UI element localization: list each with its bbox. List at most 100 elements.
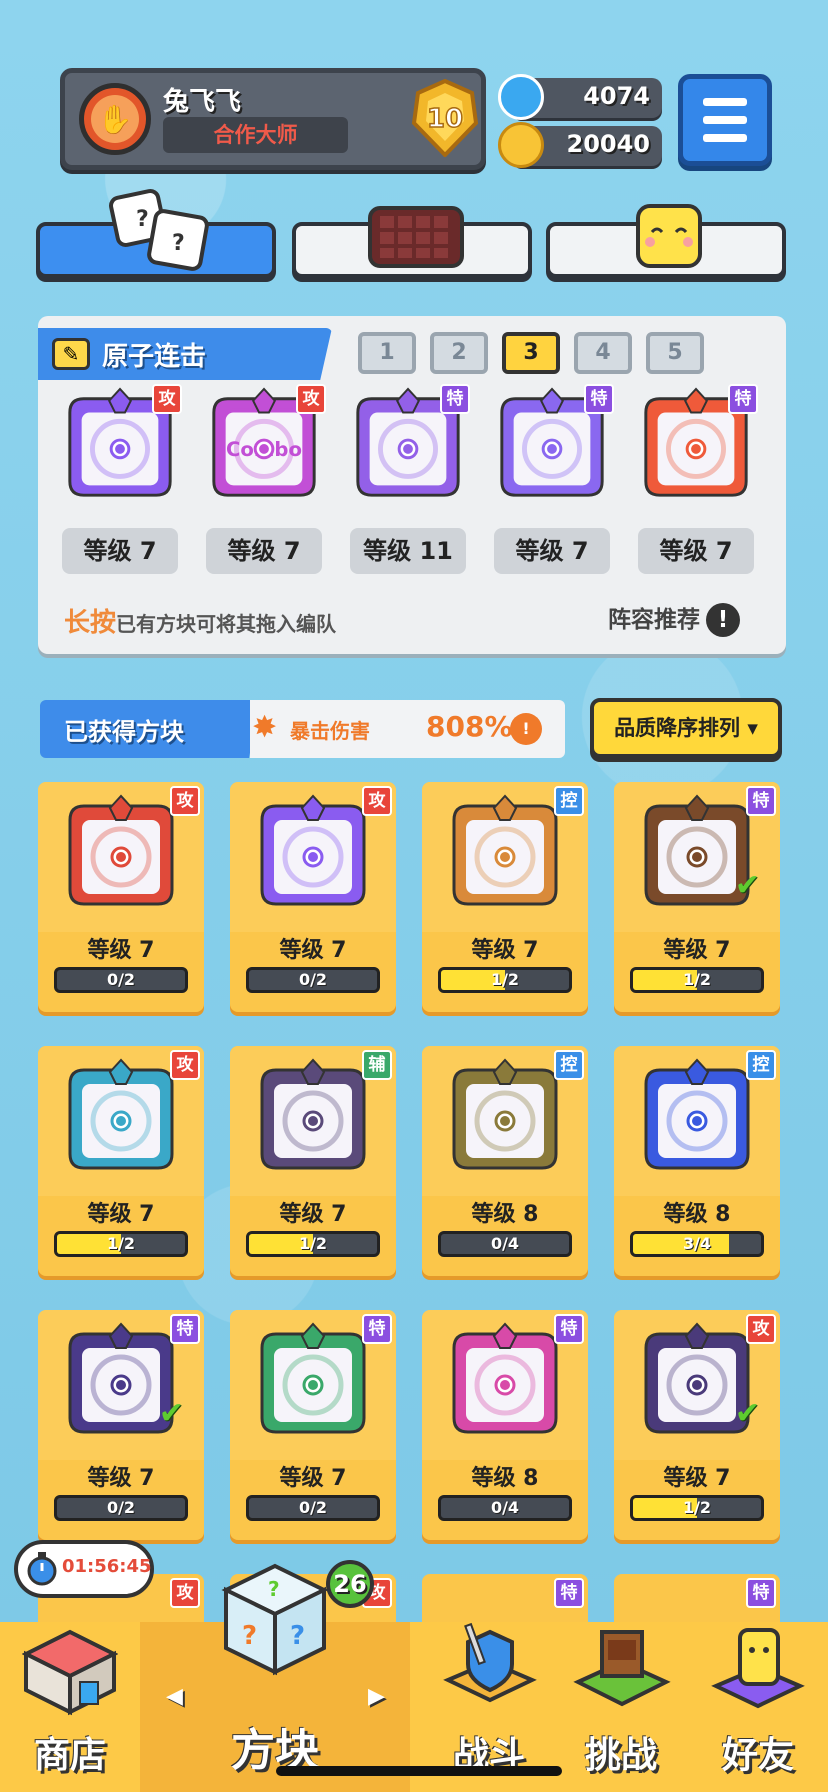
shop-icon — [22, 1629, 118, 1716]
upgrade-progress-bar: 0/4 — [438, 1495, 572, 1521]
upgrade-progress-bar: 1/2 — [54, 1231, 188, 1257]
loadout-block[interactable]: 攻 — [60, 384, 182, 504]
block-type-badge: 攻 — [170, 1578, 200, 1608]
loadout-title-bar[interactable]: ✎ 原子连击 — [38, 328, 332, 380]
block-card[interactable]: 控 等级 7 1/2 — [422, 782, 588, 1012]
crit-damage-panel[interactable]: ✸ 暴击伤害 808% ! — [250, 700, 565, 758]
upgrade-progress-bar: 3/4 — [630, 1231, 764, 1257]
svg-text:?: ? — [242, 1621, 257, 1651]
drag-hint: 长按已有方块可将其拖入编队 — [64, 602, 336, 639]
svg-text:?: ? — [268, 1577, 280, 1601]
card-level: 等级 8 — [471, 1202, 539, 1227]
block-type-badge: 特 — [440, 384, 470, 414]
crit-info-icon[interactable]: ! — [510, 713, 542, 745]
loadout-block[interactable]: 特 — [636, 384, 758, 504]
player-profile-panel[interactable]: ✋ 兔飞飞 合作大师 10 — [60, 68, 486, 170]
sort-dropdown[interactable]: 品质降序排列 ▾ — [590, 698, 782, 758]
block-type-badge: 攻 — [170, 1050, 200, 1080]
card-level: 等级 7 — [87, 1202, 155, 1227]
block-card[interactable]: 特 ✔ 等级 7 0/2 — [38, 1310, 204, 1540]
block-type-badge: 攻 — [746, 1314, 776, 1344]
rank-badge-icon: 10 — [411, 79, 479, 157]
burst-icon: ✸ — [252, 710, 278, 745]
progress-text: 0/2 — [106, 970, 136, 989]
recommend-label: 阵容推荐 — [608, 607, 700, 633]
block-card[interactable]: 攻 等级 7 0/2 — [230, 782, 396, 1012]
hint-text: 已有方块可将其拖入编队 — [116, 612, 337, 636]
coin-icon — [498, 122, 544, 168]
tab-dice[interactable]: ? ? — [36, 189, 276, 278]
block-card[interactable]: 辅 等级 7 1/2 — [230, 1046, 396, 1276]
block-card[interactable]: 特 等级 8 0/4 — [422, 1310, 588, 1540]
battle-icon — [443, 1622, 537, 1703]
obtained-title-text: 已获得方块 — [64, 718, 184, 746]
loadout-slot-5[interactable]: 5 — [646, 332, 704, 374]
upgrade-progress-bar: 1/2 — [630, 967, 764, 993]
nav-challenge[interactable]: 挑战 — [556, 1622, 686, 1792]
hint-emphasis: 长按 — [64, 608, 117, 638]
nav-friends[interactable]: 好友 — [688, 1622, 828, 1792]
handshake-icon: ✋ — [91, 95, 139, 143]
nav-shop[interactable]: 商店 — [0, 1622, 140, 1792]
block-icon — [444, 1322, 566, 1440]
block-card[interactable]: 控 等级 8 0/4 — [422, 1046, 588, 1276]
upgrade-progress-bar: 1/2 — [438, 967, 572, 993]
tab-board[interactable] — [292, 206, 532, 278]
card-level: 等级 7 — [471, 938, 539, 963]
loadout-slot-3[interactable]: 3 — [502, 332, 560, 374]
progress-text: 0/2 — [298, 1498, 328, 1517]
block-type-badge: 特 — [170, 1314, 200, 1344]
progress-text: 0/2 — [298, 970, 328, 989]
gems-counter[interactable]: 4074 — [498, 74, 662, 120]
loadout-block-level: 等级 11 — [350, 528, 466, 574]
loadout-block-level: 等级 7 — [638, 528, 754, 574]
recommend-button[interactable]: 阵容推荐! — [608, 600, 740, 637]
nav-friends-label: 好友 — [721, 1735, 794, 1776]
timer-value: 01:56:45 — [62, 1556, 152, 1577]
avatar[interactable]: ✋ — [79, 83, 151, 155]
upgrade-progress-bar: 0/2 — [54, 967, 188, 993]
nav-next-arrow[interactable]: ▶ — [368, 1684, 385, 1709]
stopwatch-icon — [27, 1552, 57, 1586]
nav-prev-arrow[interactable]: ◀ — [166, 1684, 183, 1709]
progress-text: 1/2 — [298, 1234, 328, 1253]
loadout-block-level: 等级 7 — [494, 528, 610, 574]
rank-number: 10 — [427, 104, 463, 134]
upgrade-progress-bar: 0/4 — [438, 1231, 572, 1257]
loadout-block[interactable]: Combo 攻 — [204, 384, 326, 504]
shop-timer: 01:56:45 — [14, 1540, 154, 1598]
edit-pencil-icon[interactable]: ✎ — [52, 338, 90, 370]
block-card[interactable]: 特 ✔ 等级 7 1/2 — [614, 782, 780, 1012]
crit-label: 暴击伤害 — [290, 719, 370, 743]
mystery-block-icon: ? ? ? — [221, 1563, 329, 1676]
block-card[interactable]: 控 等级 8 3/4 — [614, 1046, 780, 1276]
block-icon — [444, 794, 566, 912]
loadout-slot-4[interactable]: 4 — [574, 332, 632, 374]
coins-value: 20040 — [566, 130, 651, 158]
tab-character[interactable] — [546, 204, 786, 278]
block-card[interactable]: 特 等级 7 0/2 — [230, 1310, 396, 1540]
loadout-panel: ✎ 原子连击 12345 攻等级 7 Combo 攻等级 7 特等级 11 特等… — [38, 316, 786, 654]
block-type-badge: 特 — [746, 786, 776, 816]
loadout-block[interactable]: 特 — [492, 384, 614, 504]
card-level: 等级 7 — [87, 938, 155, 963]
loadout-block[interactable]: 特 — [348, 384, 470, 504]
crit-value: 808% — [426, 710, 513, 743]
card-level: 等级 7 — [663, 1466, 731, 1491]
loadout-slot-1[interactable]: 1 — [358, 332, 416, 374]
block-card[interactable]: 攻 ✔ 等级 7 1/2 — [614, 1310, 780, 1540]
block-card[interactable]: 攻 等级 7 0/2 — [38, 782, 204, 1012]
home-indicator[interactable] — [276, 1766, 562, 1776]
block-card[interactable]: 攻 等级 7 1/2 — [38, 1046, 204, 1276]
block-type-badge: 特 — [554, 1314, 584, 1344]
menu-button[interactable] — [678, 74, 772, 166]
loadout-block-level: 等级 7 — [206, 528, 322, 574]
svg-text:?: ? — [290, 1621, 305, 1651]
notification-badge: 26 — [326, 1560, 374, 1608]
block-type-badge: 特 — [584, 384, 614, 414]
progress-text: 3/4 — [682, 1234, 712, 1253]
loadout-slot-2[interactable]: 2 — [430, 332, 488, 374]
block-type-badge: 攻 — [362, 786, 392, 816]
coins-counter[interactable]: 20040 — [498, 122, 662, 168]
nav-shop-label: 商店 — [33, 1735, 106, 1776]
